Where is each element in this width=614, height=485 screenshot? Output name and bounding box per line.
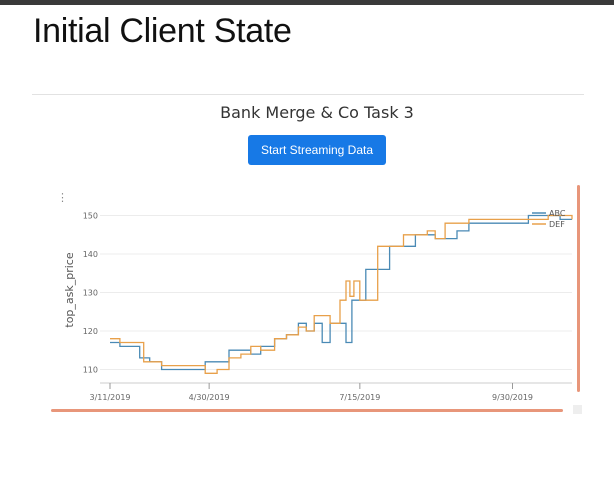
y-axis-label: top_ask_price bbox=[63, 252, 76, 327]
y-tick-label: 130 bbox=[83, 289, 98, 298]
y-tick-label: 150 bbox=[83, 212, 98, 221]
series-line-def bbox=[110, 214, 573, 374]
scroll-corner bbox=[573, 405, 582, 414]
x-tick-label: 9/30/2019 bbox=[492, 393, 533, 402]
x-tick-label: 7/15/2019 bbox=[339, 393, 380, 402]
y-tick-label: 110 bbox=[83, 365, 98, 374]
legend-label-def: DEF bbox=[549, 220, 565, 229]
horizontal-scrollbar[interactable] bbox=[51, 409, 563, 412]
x-tick-label: 4/30/2019 bbox=[189, 393, 230, 402]
y-tick-label: 140 bbox=[83, 250, 98, 259]
x-tick-label: 3/11/2019 bbox=[89, 393, 130, 402]
vertical-scrollbar[interactable] bbox=[577, 185, 580, 392]
y-tick-label: 120 bbox=[83, 327, 98, 336]
legend-label-abc: ABC bbox=[549, 209, 566, 218]
price-chart: 110 120 130 140 150 3/11/2019 4/30/2019 7/15/2… bbox=[63, 209, 573, 402]
